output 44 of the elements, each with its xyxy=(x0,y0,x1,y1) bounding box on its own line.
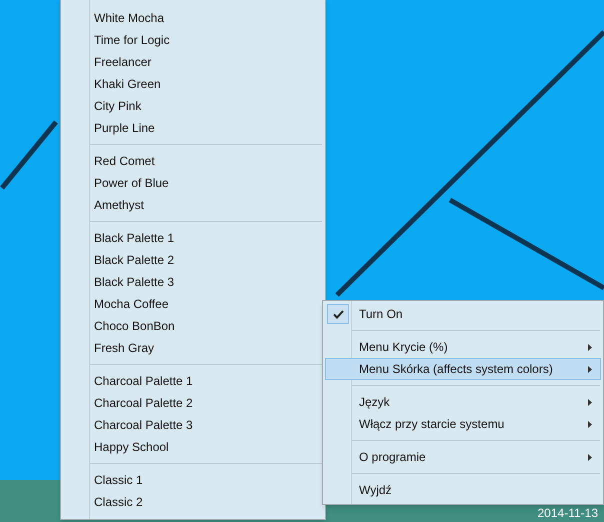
menu-item[interactable]: Charcoal Palette 2 xyxy=(61,392,325,414)
menu-item[interactable]: White Mocha xyxy=(61,7,325,29)
menu-item[interactable]: Black Palette 3 xyxy=(61,271,325,293)
menu-item[interactable]: Choco BonBon xyxy=(61,315,325,337)
menu-item[interactable]: Red Comet xyxy=(61,150,325,172)
tray-date: 2014-11-13 xyxy=(538,505,598,522)
menu-item[interactable]: Menu Krycie (%) xyxy=(325,336,601,358)
menu-item[interactable]: O programie xyxy=(325,446,601,468)
menu-item[interactable]: Amethyst xyxy=(61,194,325,216)
menu-item-label: Język xyxy=(359,394,390,411)
menu-item-label: O programie xyxy=(359,449,426,466)
menu-item[interactable]: City Pink xyxy=(61,95,325,117)
menu-item[interactable]: Charcoal Palette 3 xyxy=(61,414,325,436)
menu-item[interactable]: Purple Line xyxy=(61,117,325,139)
menu-item[interactable]: Power of Blue xyxy=(61,172,325,194)
menu-item[interactable]: Khaki Green xyxy=(61,73,325,95)
menu-item[interactable]: Classic 1 xyxy=(61,469,325,491)
menu-item-label: Menu Skórka (affects system colors) xyxy=(359,361,553,378)
menu-item[interactable]: Turn On xyxy=(325,303,601,325)
menu-item[interactable]: Charcoal Palette 1 xyxy=(61,370,325,392)
menu-item[interactable]: Menu Skórka (affects system colors) xyxy=(325,358,601,380)
submenu-arrow-icon xyxy=(588,398,592,406)
checkmark-icon xyxy=(332,310,344,318)
menu-item[interactable]: Mocha Coffee xyxy=(61,293,325,315)
wallpaper-line xyxy=(0,120,58,190)
menu-item-label: Menu Krycie (%) xyxy=(359,339,448,356)
menu-item[interactable]: Freelancer xyxy=(61,51,325,73)
submenu-arrow-icon xyxy=(588,366,592,372)
checkbox[interactable] xyxy=(327,304,349,324)
submenu-arrow-icon xyxy=(588,420,592,428)
menu-item-label: Turn On xyxy=(359,306,403,323)
menu-item[interactable]: Fresh Gray xyxy=(61,337,325,359)
menu-item[interactable]: Włącz przy starcie systemu xyxy=(325,413,601,435)
menu-item[interactable]: Black Palette 1 xyxy=(61,227,325,249)
menu-item[interactable]: Black Palette 2 xyxy=(61,249,325,271)
menu-item[interactable]: Happy School xyxy=(61,436,325,458)
menu-item[interactable]: Wyjdź xyxy=(325,479,601,501)
menu-item-label: Wyjdź xyxy=(359,482,392,499)
menu-item[interactable]: Język xyxy=(325,391,601,413)
submenu-arrow-icon xyxy=(588,454,592,460)
submenu-arrow-icon xyxy=(588,344,592,350)
menu-item[interactable]: Classic 2 xyxy=(61,491,325,513)
menu-item[interactable]: Time for Logic xyxy=(61,29,325,51)
menu-item-label: Włącz przy starcie systemu xyxy=(359,416,504,433)
